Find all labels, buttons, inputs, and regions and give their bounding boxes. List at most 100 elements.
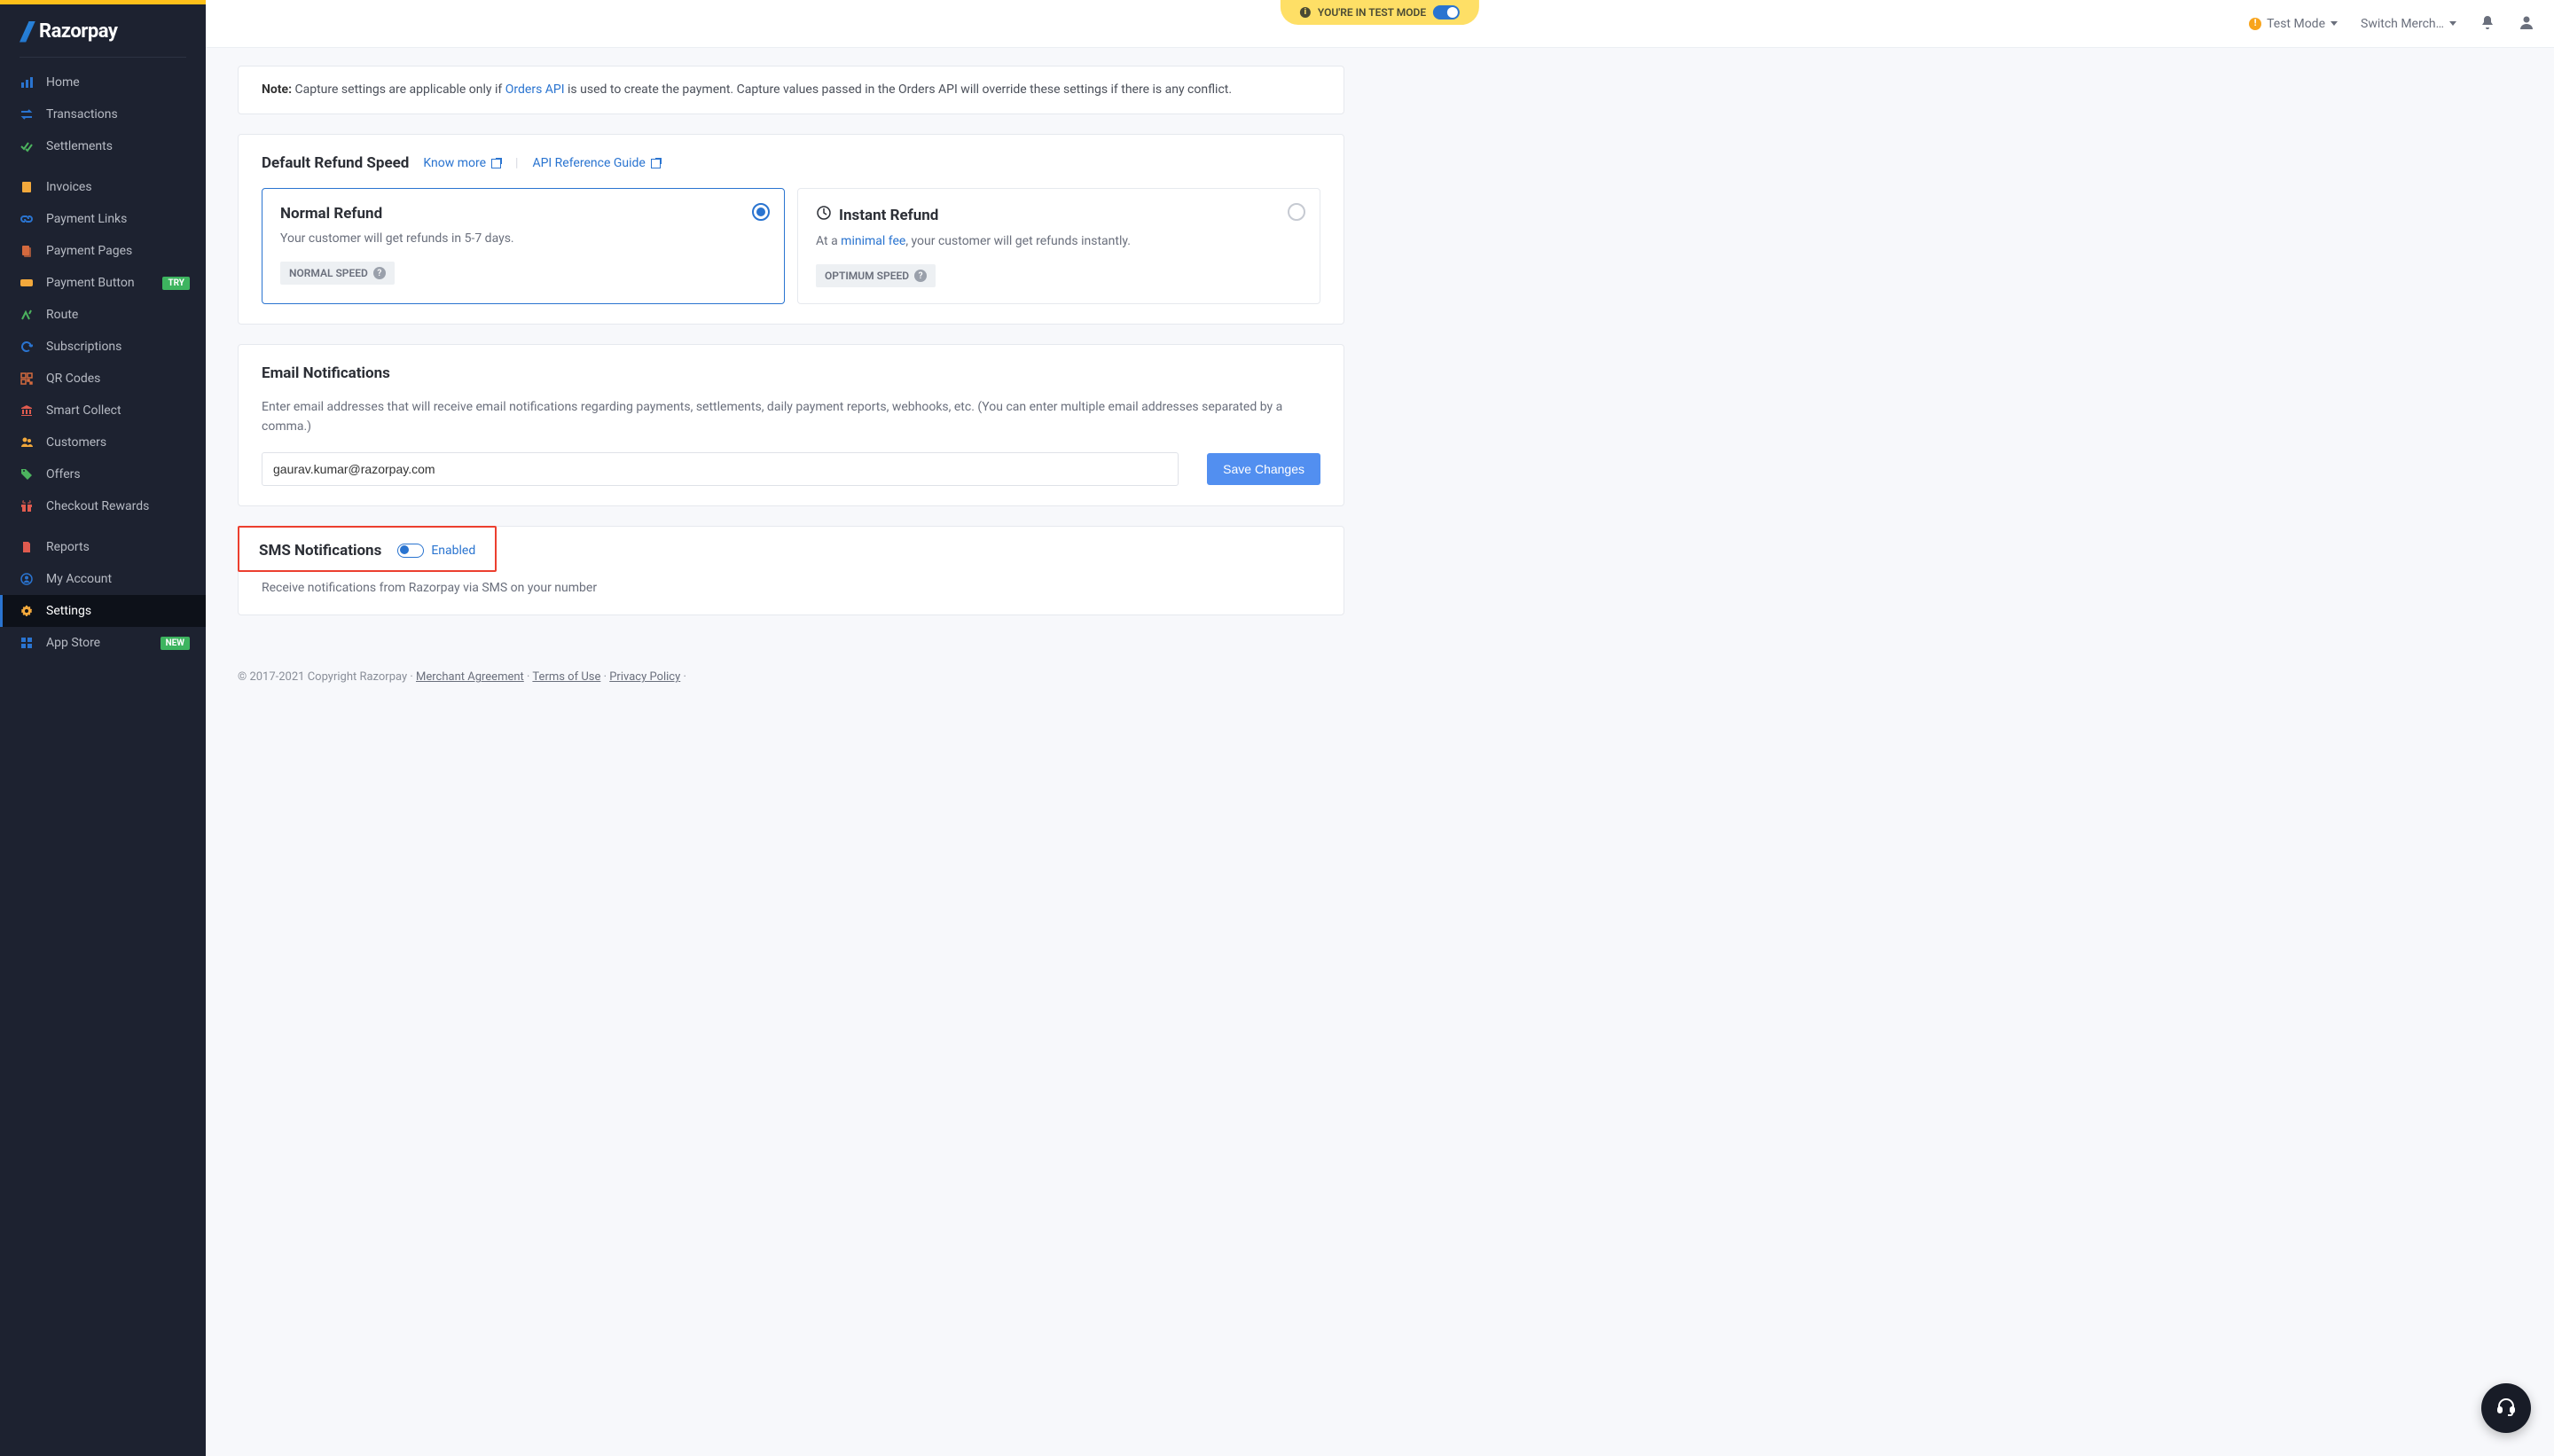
footer-copyright: © 2017-2021 Copyright Razorpay bbox=[238, 670, 407, 684]
sidebar-item-subscriptions[interactable]: Subscriptions bbox=[0, 331, 206, 363]
help-icon[interactable]: ? bbox=[373, 267, 386, 279]
profile-button[interactable] bbox=[2519, 14, 2534, 34]
sidebar-item-label: QR Codes bbox=[46, 372, 100, 386]
sidebar-item-label: Payment Button bbox=[46, 276, 135, 290]
gift-icon bbox=[20, 499, 34, 513]
sidebar-item-label: Payment Pages bbox=[46, 244, 132, 258]
instant-refund-desc: At a minimal fee, your customer will get… bbox=[816, 234, 1302, 248]
sidebar-item-route[interactable]: Route bbox=[0, 299, 206, 331]
email-input[interactable] bbox=[262, 452, 1179, 486]
refresh-icon bbox=[20, 340, 34, 354]
test-mode-toggle[interactable] bbox=[1433, 5, 1460, 20]
sidebar-item-smart-collect[interactable]: Smart Collect bbox=[0, 395, 206, 427]
new-badge: NEW bbox=[161, 637, 190, 650]
minimal-fee-link[interactable]: minimal fee bbox=[841, 234, 905, 248]
sidebar-item-label: Settings bbox=[46, 604, 91, 618]
sidebar-item-label: App Store bbox=[46, 636, 100, 650]
brand-name: Razorpay bbox=[39, 20, 117, 43]
sidebar-item-reports[interactable]: Reports bbox=[0, 531, 206, 563]
switch-merchant-dropdown[interactable]: Switch Merch… bbox=[2361, 17, 2456, 31]
orders-api-link[interactable]: Orders API bbox=[505, 82, 565, 97]
sidebar-item-payment-pages[interactable]: Payment Pages bbox=[0, 235, 206, 267]
normal-refund-option[interactable]: Normal Refund Your customer will get ref… bbox=[262, 188, 785, 304]
note-prefix: Note: bbox=[262, 82, 292, 97]
help-icon[interactable]: ? bbox=[914, 270, 927, 282]
sidebar-item-my-account[interactable]: My Account bbox=[0, 563, 206, 595]
sidebar-item-checkout-rewards[interactable]: Checkout Rewards bbox=[0, 490, 206, 522]
sidebar-item-label: Invoices bbox=[46, 180, 92, 194]
link-icon bbox=[20, 212, 34, 226]
sidebar-item-settlements[interactable]: Settlements bbox=[0, 130, 206, 162]
sidebar-item-customers[interactable]: Customers bbox=[0, 427, 206, 458]
sms-notifications-section: SMS Notifications Enabled Receive notifi… bbox=[238, 526, 1344, 615]
gear-icon bbox=[20, 604, 34, 618]
instant-refund-title: Instant Refund bbox=[816, 205, 1302, 225]
try-badge: TRY bbox=[162, 277, 190, 290]
sms-toggle[interactable] bbox=[397, 544, 424, 558]
tag-icon bbox=[20, 467, 34, 481]
footer: © 2017-2021 Copyright Razorpay · Merchan… bbox=[206, 661, 2554, 710]
email-title: Email Notifications bbox=[262, 364, 1320, 382]
terms-link[interactable]: Terms of Use bbox=[532, 670, 600, 684]
refund-speed-card: Default Refund Speed Know more | API Ref… bbox=[238, 134, 1344, 325]
notifications-button[interactable] bbox=[2480, 14, 2495, 34]
route-icon bbox=[20, 308, 34, 322]
sidebar-item-label: My Account bbox=[46, 572, 112, 586]
sidebar-item-label: Customers bbox=[46, 435, 106, 450]
sidebar-divider bbox=[20, 57, 186, 58]
api-ref-link[interactable]: API Reference Guide bbox=[532, 156, 660, 170]
normal-refund-title: Normal Refund bbox=[280, 205, 766, 223]
chevron-down-icon bbox=[2331, 21, 2338, 26]
privacy-link[interactable]: Privacy Policy bbox=[609, 670, 680, 684]
sidebar-item-app-store[interactable]: App Store NEW bbox=[0, 627, 206, 659]
know-more-link[interactable]: Know more bbox=[423, 156, 501, 170]
radio-unselected-icon[interactable] bbox=[1288, 203, 1305, 221]
topbar: i YOU'RE IN TEST MODE ! Test Mode Switch… bbox=[206, 0, 2554, 48]
bell-icon bbox=[2480, 14, 2495, 34]
test-mode-dropdown[interactable]: ! Test Mode bbox=[2249, 17, 2338, 31]
clipboard-icon bbox=[20, 180, 34, 194]
sidebar-item-settings[interactable]: Settings bbox=[0, 595, 206, 627]
merchant-agreement-link[interactable]: Merchant Agreement bbox=[416, 670, 524, 684]
sms-enabled-label: Enabled bbox=[431, 544, 475, 558]
logo-mark-icon bbox=[20, 21, 35, 43]
sidebar-item-qr-codes[interactable]: QR Codes bbox=[0, 363, 206, 395]
qr-icon bbox=[20, 372, 34, 386]
banner-text: YOU'RE IN TEST MODE bbox=[1318, 6, 1426, 19]
support-fab[interactable] bbox=[2481, 1383, 2531, 1433]
optimum-speed-chip: OPTIMUM SPEED ? bbox=[816, 264, 936, 287]
info-icon: i bbox=[1300, 7, 1311, 18]
save-changes-button[interactable]: Save Changes bbox=[1207, 453, 1320, 485]
switch-merchant-label: Switch Merch… bbox=[2361, 17, 2444, 31]
sidebar-item-transactions[interactable]: Transactions bbox=[0, 98, 206, 130]
capture-note: Note: Capture settings are applicable on… bbox=[262, 81, 1320, 99]
sidebar-item-home[interactable]: Home bbox=[0, 67, 206, 98]
instant-refund-option[interactable]: Instant Refund At a minimal fee, your cu… bbox=[797, 188, 1320, 304]
sidebar-item-invoices[interactable]: Invoices bbox=[0, 171, 206, 203]
refund-speed-title: Default Refund Speed bbox=[262, 154, 409, 172]
sidebar-item-label: Subscriptions bbox=[46, 340, 121, 354]
file-icon bbox=[20, 540, 34, 554]
sidebar-item-label: Home bbox=[46, 75, 80, 90]
sms-highlighted-box: SMS Notifications Enabled bbox=[238, 526, 497, 572]
sidebar-item-label: Smart Collect bbox=[46, 403, 121, 418]
external-link-icon bbox=[651, 159, 661, 168]
normal-speed-chip: NORMAL SPEED ? bbox=[280, 262, 395, 285]
capture-note-card: Note: Capture settings are applicable on… bbox=[238, 66, 1344, 114]
users-icon bbox=[20, 435, 34, 450]
chevron-down-icon bbox=[2449, 21, 2456, 26]
sidebar-item-label: Settlements bbox=[46, 139, 113, 153]
sidebar-item-payment-links[interactable]: Payment Links bbox=[0, 203, 206, 235]
apps-icon bbox=[20, 636, 34, 650]
sidebar-item-offers[interactable]: Offers bbox=[0, 458, 206, 490]
pages-icon bbox=[20, 244, 34, 258]
logo[interactable]: Razorpay bbox=[0, 4, 206, 57]
test-mode-label: Test Mode bbox=[2267, 17, 2325, 31]
note-after: is used to create the payment. Capture v… bbox=[568, 82, 1232, 97]
warn-icon: ! bbox=[2249, 18, 2261, 30]
sms-toggle-group: Enabled bbox=[397, 544, 475, 558]
sidebar-item-label: Transactions bbox=[46, 107, 118, 121]
headset-icon bbox=[2495, 1396, 2517, 1421]
radio-selected-icon[interactable] bbox=[752, 203, 770, 221]
sidebar-item-payment-button[interactable]: Payment Button TRY bbox=[0, 267, 206, 299]
